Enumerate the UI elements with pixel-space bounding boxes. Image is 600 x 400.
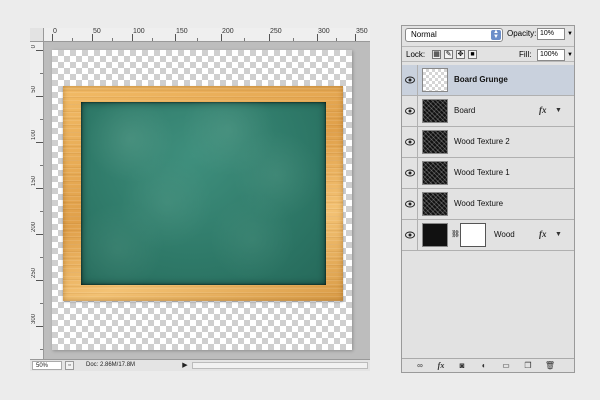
horizontal-scrollbar[interactable] [192,362,368,369]
lock-all-icon[interactable]: ■ [468,50,477,59]
zoom-level-field[interactable]: 50% [32,361,62,370]
layer-name[interactable]: Wood Texture [454,199,503,208]
ruler-label: 250 [31,268,37,279]
canvas-area[interactable] [44,42,370,359]
blend-mode-select[interactable]: Normal ▲ ▼ [405,28,503,42]
delete-layer-icon[interactable]: 🗑 [544,360,556,371]
layers-panel: Normal ▲ ▼ Opacity: 10% ▼ Lock: ▦ ✎ ✥ ■ F… [401,25,575,373]
visibility-toggle[interactable] [402,127,418,157]
eye-icon [405,138,415,146]
ruler-label: 50 [31,86,37,93]
eye-icon [405,169,415,177]
ruler-label: 100 [31,130,37,141]
fill-label: Fill: [519,50,532,59]
status-menu-arrow-icon[interactable]: ▶ [180,361,190,370]
ruler-label: 100 [133,28,145,35]
add-layer-style-icon[interactable]: fx [435,360,447,371]
layer-list: Board Grunge Board fx ▼ Wood Texture 2 W… [402,65,574,275]
layer-thumbnail [422,68,448,92]
opacity-field[interactable]: 10% [537,28,565,40]
visibility-toggle[interactable] [402,158,418,188]
visibility-toggle[interactable] [402,189,418,219]
select-arrows-icon: ▲ ▼ [491,29,501,40]
new-layer-icon[interactable]: ❐ [522,360,534,371]
opacity-label: Opacity: [507,29,537,38]
ruler-label: 200 [222,28,234,35]
lock-image-pixels-icon[interactable]: ✎ [444,50,453,59]
layer-row-board[interactable]: Board fx ▼ [402,96,574,127]
layers-empty-area [402,275,574,358]
eye-icon [405,231,415,239]
add-mask-icon[interactable]: ◙ [456,360,468,371]
doc-size-info: Doc: 2.86M/17.8M [86,362,136,368]
lock-label: Lock: [406,50,426,59]
status-preview-icon[interactable]: ▫ [65,361,74,370]
lock-transparent-pixels-icon[interactable]: ▦ [432,50,441,59]
layer-thumbnail [422,223,448,247]
lock-row: Lock: ▦ ✎ ✥ ■ Fill: 100% ▼ [402,46,574,62]
layer-effects-icon[interactable]: fx [539,229,547,239]
layer-name[interactable]: Wood Texture 2 [454,137,510,146]
layer-name[interactable]: Board Grunge [454,75,508,84]
eye-icon [405,107,415,115]
ruler-label: 0 [31,45,37,49]
ruler-label: 150 [31,176,37,187]
chain-link-icon[interactable]: ⛓ [451,230,460,240]
ruler-label: 0 [53,28,57,35]
eye-icon [405,76,415,84]
layers-bottom-toolbar: ∞ fx ◙ ◐ ▭ ❐ 🗑 [402,358,574,372]
lock-position-icon[interactable]: ✥ [456,50,465,59]
new-adjustment-layer-icon[interactable]: ◐ [478,360,490,371]
new-group-icon[interactable]: ▭ [500,360,512,371]
ruler-label: 300 [318,28,330,35]
ruler-label: 200 [31,222,37,233]
layer-row-wood-texture-1[interactable]: Wood Texture 1 [402,158,574,189]
status-bar: 50% ▫ Doc: 2.86M/17.8M ▶ [30,359,370,371]
expand-effects-arrow-icon[interactable]: ▼ [555,107,562,114]
layer-name[interactable]: Board [454,106,475,115]
layer-thumbnail [422,130,448,154]
ruler-label: 350 [356,28,368,35]
layer-mask-thumbnail[interactable] [460,223,486,247]
layer-name[interactable]: Wood [494,230,515,239]
fill-field[interactable]: 100% [537,49,565,61]
visibility-toggle[interactable] [402,96,418,126]
fill-slider-arrow-icon[interactable]: ▼ [566,49,574,61]
eye-icon [405,200,415,208]
wood-frame-artwork [63,86,343,301]
layer-thumbnail [422,161,448,185]
opacity-slider-arrow-icon[interactable]: ▼ [566,28,574,40]
ruler-label: 300 [31,314,37,325]
ruler-horizontal[interactable]: 0 50 100 150 200 250 300 350 [44,28,370,42]
chalkboard-artwork [81,102,326,285]
ruler-label: 250 [270,28,282,35]
document-canvas[interactable] [52,50,352,350]
layer-thumbnail [422,192,448,216]
layer-row-wood-texture[interactable]: Wood Texture [402,189,574,220]
ruler-origin[interactable] [30,28,44,42]
expand-effects-arrow-icon[interactable]: ▼ [555,231,562,238]
layer-name[interactable]: Wood Texture 1 [454,168,510,177]
ruler-label: 150 [176,28,188,35]
ruler-label: 50 [93,28,101,35]
ruler-vertical[interactable]: 0 50 100 150 200 250 300 [30,42,44,359]
layer-row-board-grunge[interactable]: Board Grunge [402,65,574,96]
visibility-toggle[interactable] [402,220,418,250]
layer-row-wood[interactable]: ⛓ Wood fx ▼ [402,220,574,251]
link-layers-icon[interactable]: ∞ [414,360,426,371]
board-grunge-texture [81,102,326,285]
canvas-window: 0 50 100 150 200 250 300 350 0 50 100 15… [30,28,370,371]
layer-effects-icon[interactable]: fx [539,105,547,115]
layer-row-wood-texture-2[interactable]: Wood Texture 2 [402,127,574,158]
layer-thumbnail [422,99,448,123]
blend-mode-value: Normal [411,30,437,39]
visibility-toggle[interactable] [402,65,418,95]
